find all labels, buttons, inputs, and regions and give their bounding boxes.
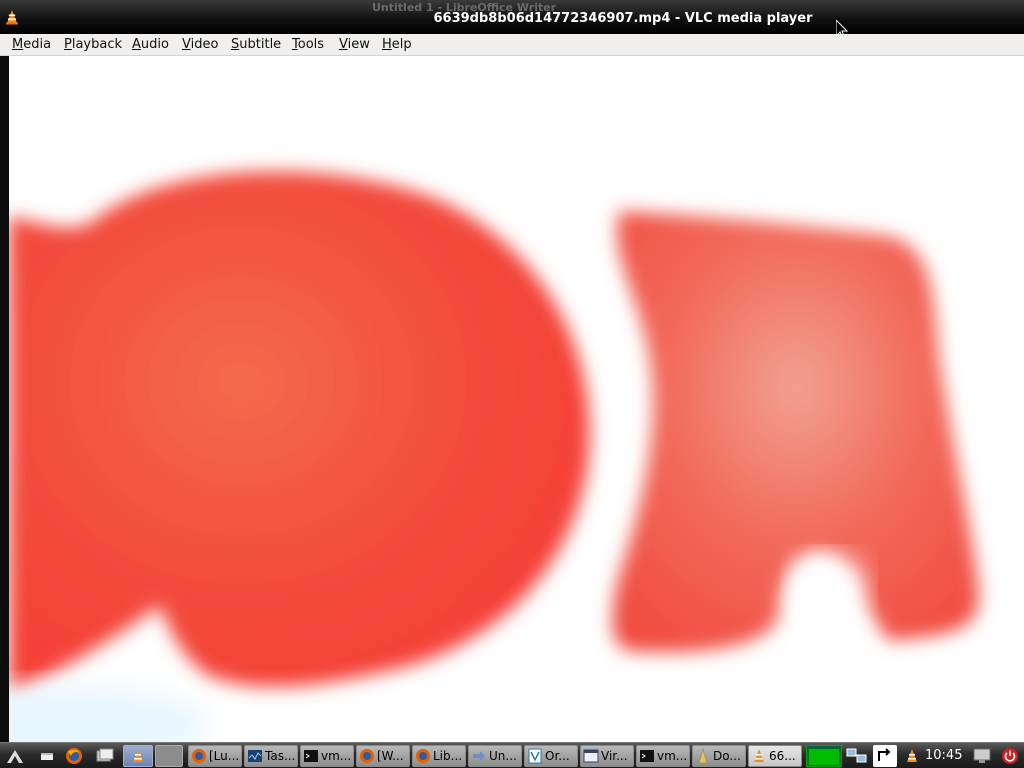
libreoffice-icon (527, 748, 543, 764)
vlc-launcher-icon[interactable] (123, 745, 153, 767)
menu-playback[interactable]: Playback (64, 37, 122, 52)
power-icon[interactable] (998, 745, 1022, 767)
task-button-10[interactable]: Do... (692, 745, 746, 767)
switch-user-icon[interactable] (873, 745, 897, 767)
task-manager-icon (247, 748, 263, 764)
blank-app-icon[interactable] (155, 745, 183, 767)
terminal-icon (303, 748, 319, 764)
task-label: 66... (769, 749, 796, 763)
task-label: vm... (657, 749, 688, 763)
menu-help[interactable]: Help (382, 37, 412, 52)
window-titlebar[interactable]: Untitled 1 - LibreOffice Writer 6639db8b… (0, 0, 1024, 40)
menu-view[interactable]: View (339, 37, 370, 52)
task-button-9[interactable]: vm... (636, 745, 690, 767)
firefox-icon (415, 748, 431, 764)
cpu-graph (809, 749, 839, 765)
task-label: [W... (377, 749, 404, 763)
task-label: vm... (321, 749, 352, 763)
firefox-icon (359, 748, 375, 764)
task-label: Vir... (601, 749, 628, 763)
start-menu-icon[interactable] (3, 745, 27, 767)
menu-video[interactable]: Video (182, 37, 218, 52)
task-label: Do... (713, 749, 741, 763)
task-button-6[interactable]: Un... (468, 745, 522, 767)
task-label: Un... (489, 749, 517, 763)
task-button-2[interactable]: Tas... (244, 745, 298, 767)
menu-bar: Media Playback Audio Video Subtitle Tool… (0, 34, 1024, 56)
document-icon (695, 748, 711, 764)
cpu-monitor[interactable] (806, 745, 842, 767)
vlc-icon (751, 748, 767, 764)
task-button-4[interactable]: [W... (356, 745, 410, 767)
monitor-icon[interactable] (970, 745, 994, 767)
window-title: 6639db8b06d14772346907.mp4 - VLC media p… (433, 11, 813, 26)
file-manager-icon[interactable] (93, 745, 117, 767)
video-frame (9, 56, 1024, 742)
firefox-icon (191, 748, 207, 764)
terminal-icon (639, 748, 655, 764)
video-display[interactable] (0, 56, 1024, 742)
task-label: Or... (545, 749, 570, 763)
task-button-vlc-active[interactable]: 66... (748, 745, 802, 767)
task-label: Tas... (265, 749, 296, 763)
clock[interactable]: 10:45 (925, 748, 962, 763)
taskbar: [Lu... Tas... vm... [W... Lib... Un... O… (0, 742, 1024, 768)
show-desktop-icon[interactable] (35, 745, 59, 767)
window-icon (583, 748, 599, 764)
menu-audio[interactable]: Audio (132, 37, 169, 52)
vlc-tray-icon[interactable] (900, 745, 924, 767)
task-button-1[interactable]: [Lu... (188, 745, 242, 767)
task-button-3[interactable]: vm... (300, 745, 354, 767)
network-icon[interactable] (845, 745, 869, 767)
firefox-icon[interactable] (62, 745, 86, 767)
video-left-border (0, 56, 9, 742)
menu-subtitle[interactable]: Subtitle (231, 37, 281, 52)
task-button-8[interactable]: Vir... (580, 745, 634, 767)
menu-media[interactable]: Media (12, 37, 51, 52)
task-label: [Lu... (209, 749, 240, 763)
arrow-icon (471, 748, 487, 764)
task-button-7[interactable]: Or... (524, 745, 578, 767)
menu-tools[interactable]: Tools (292, 37, 324, 52)
task-button-5[interactable]: Lib... (412, 745, 466, 767)
task-label: Lib... (433, 749, 463, 763)
